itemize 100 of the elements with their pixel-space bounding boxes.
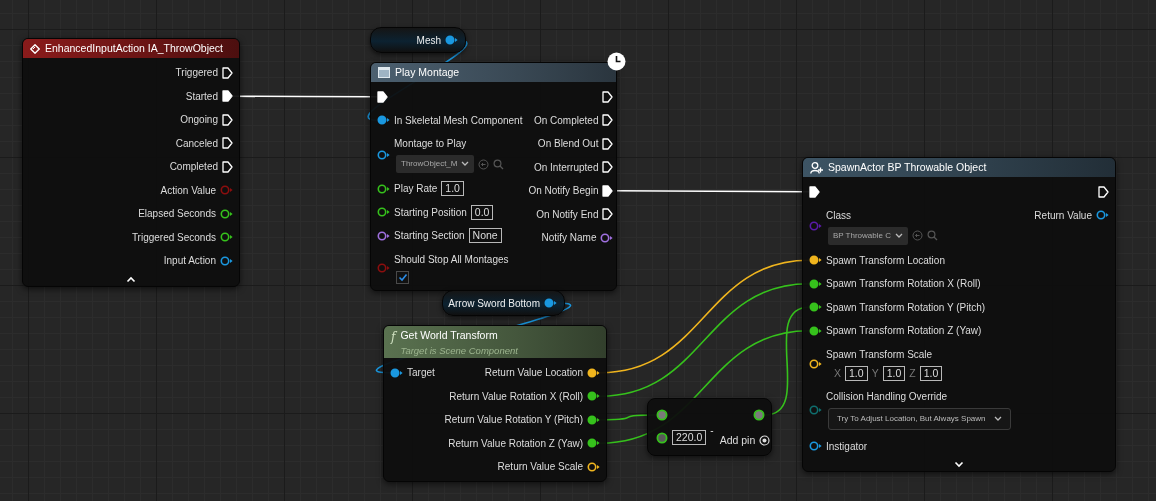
exec-pin-icon[interactable]: [222, 160, 233, 173]
data-pin-icon[interactable]: [390, 367, 403, 378]
exec-pin-icon[interactable]: [377, 90, 388, 103]
value-field[interactable]: 1.0: [441, 181, 464, 197]
data-pin-icon[interactable]: [809, 278, 822, 289]
exec-pin-icon[interactable]: [222, 137, 233, 150]
value-field[interactable]: 220.0: [672, 430, 707, 446]
node-header[interactable]: f Get World Transform Target is Scene Component: [384, 326, 606, 358]
pin-label: Completed: [169, 160, 218, 175]
value-field[interactable]: 1.0: [845, 365, 868, 381]
pin-label: Triggered Seconds: [131, 230, 216, 245]
data-pin-icon[interactable]: [377, 207, 390, 218]
variable-node[interactable]: Arrow Sword Bottom: [442, 290, 565, 316]
pin-label: In Skeletal Mesh Component: [394, 113, 523, 128]
variable-node[interactable]: Mesh: [370, 27, 466, 53]
pin-label: On Notify Begin: [528, 184, 599, 199]
pin-label: On Interrupted: [533, 160, 599, 175]
pin-label: On Completed: [533, 113, 599, 128]
search-icon[interactable]: [926, 230, 938, 241]
data-pin-icon[interactable]: [656, 431, 668, 444]
pin-label: Should Stop All Montages: [394, 252, 509, 267]
exec-pin-icon[interactable]: [222, 90, 233, 103]
pin-label: Started: [185, 89, 218, 104]
caret-icon: [993, 416, 1002, 423]
pin-label: Montage to Play: [394, 137, 468, 151]
data-pin-icon[interactable]: [220, 208, 233, 219]
exec-pin-icon[interactable]: [602, 208, 614, 221]
data-pin-icon[interactable]: [1096, 210, 1109, 221]
add-person-icon: [810, 161, 823, 174]
exec-pin-icon[interactable]: [602, 137, 614, 150]
operator-label: -: [710, 427, 714, 435]
pin-label: Return Value Scale: [497, 460, 583, 475]
data-pin-icon[interactable]: [809, 302, 822, 313]
blueprint-node[interactable]: 220.0 - Add pin: [647, 398, 772, 456]
pin-label: Triggered: [175, 66, 218, 81]
exec-pin-icon[interactable]: [602, 184, 614, 197]
data-pin-icon[interactable]: [587, 367, 600, 378]
chevron-up-icon[interactable]: [126, 275, 136, 283]
blueprint-node[interactable]: EnhancedInputAction IA_ThrowObject Triggered Started Ongoing Canceled Completed Action Value Elapsed Seconds Triggered Seconds Input Action: [22, 38, 240, 287]
exec-pin-icon[interactable]: [809, 185, 820, 198]
pin-label: Arrow Sword Bottom: [448, 296, 540, 311]
data-pin-icon[interactable]: [220, 255, 233, 266]
axis-label: X: [834, 365, 841, 381]
node-title: Play Montage: [395, 64, 460, 80]
data-pin-icon[interactable]: [587, 461, 600, 472]
data-pin-icon[interactable]: [809, 358, 822, 369]
data-pin-icon[interactable]: [809, 441, 822, 451]
asset-dropdown[interactable]: ThrowObject_M: [396, 155, 475, 173]
caret-icon: [461, 161, 470, 167]
data-pin-icon[interactable]: [587, 414, 600, 425]
data-pin-icon[interactable]: [809, 325, 822, 336]
data-pin-icon[interactable]: [377, 183, 390, 194]
data-pin-icon[interactable]: [377, 115, 390, 126]
blueprint-node[interactable]: [370, 62, 617, 291]
blueprint-node[interactable]: [802, 157, 1116, 472]
exec-pin-icon[interactable]: [602, 114, 614, 127]
pin-label: Elapsed Seconds: [138, 207, 216, 222]
data-pin-icon[interactable]: [809, 255, 822, 266]
pin-label: Starting Position: [394, 205, 467, 220]
dropdown[interactable]: Try To Adjust Location, But Always Spawn: [828, 408, 1011, 431]
value-field[interactable]: 0.0: [470, 204, 494, 220]
pin-label: Play Rate: [394, 182, 438, 197]
event-icon: [30, 43, 40, 54]
pin-label: Class: [826, 208, 852, 223]
pin-label: Starting Section: [394, 229, 465, 244]
pin-label: Notify Name: [541, 231, 597, 246]
use-selected-icon[interactable]: [911, 230, 923, 241]
chevron-down-icon[interactable]: [954, 460, 964, 468]
value-field[interactable]: 1.0: [919, 365, 943, 381]
axis-label: Y: [871, 365, 879, 381]
node-header[interactable]: SpawnActor BP Throwable Object: [803, 158, 1115, 177]
data-pin-icon[interactable]: [377, 149, 390, 160]
exec-pin-icon[interactable]: [1098, 185, 1109, 198]
use-selected-icon[interactable]: [478, 158, 490, 170]
value-field[interactable]: 1.0: [882, 365, 906, 381]
exec-pin-icon[interactable]: [602, 161, 614, 174]
add-pin-button[interactable]: Add pin: [719, 433, 771, 449]
data-pin-icon[interactable]: [544, 298, 557, 308]
pin-label: Action Value: [160, 183, 216, 198]
pin-label: Spawn Transform Rotation Y (Pitch): [826, 300, 986, 315]
node-header[interactable]: Play Montage: [371, 63, 616, 82]
data-pin-icon[interactable]: [220, 232, 233, 243]
node-header[interactable]: EnhancedInputAction IA_ThrowObject: [23, 39, 239, 58]
checkbox[interactable]: [396, 270, 409, 284]
data-pin-icon[interactable]: [445, 35, 458, 45]
blueprint-node[interactable]: f Get World Transform Target is Scene Component Target Return Value Location Return Value Rotation X (Roll) Return Value Rotation Y (Pitch) Return Value Rotation Z (Yaw) Return Value Scale: [383, 325, 607, 482]
window-icon: [378, 67, 390, 78]
data-pin-icon[interactable]: [656, 409, 668, 421]
search-icon[interactable]: [493, 158, 505, 170]
add-icon[interactable]: [759, 435, 771, 447]
asset-dropdown[interactable]: BP Throwable C: [828, 226, 908, 245]
exec-pin-icon[interactable]: [222, 113, 233, 126]
data-pin-icon[interactable]: [587, 438, 600, 449]
exec-pin-icon[interactable]: [222, 66, 233, 79]
data-pin-icon[interactable]: [600, 232, 614, 243]
data-pin-icon[interactable]: [753, 409, 765, 421]
data-pin-icon[interactable]: [587, 391, 600, 402]
data-pin-icon[interactable]: [377, 230, 390, 241]
exec-pin-icon[interactable]: [602, 90, 614, 103]
value-field[interactable]: None: [468, 228, 502, 244]
